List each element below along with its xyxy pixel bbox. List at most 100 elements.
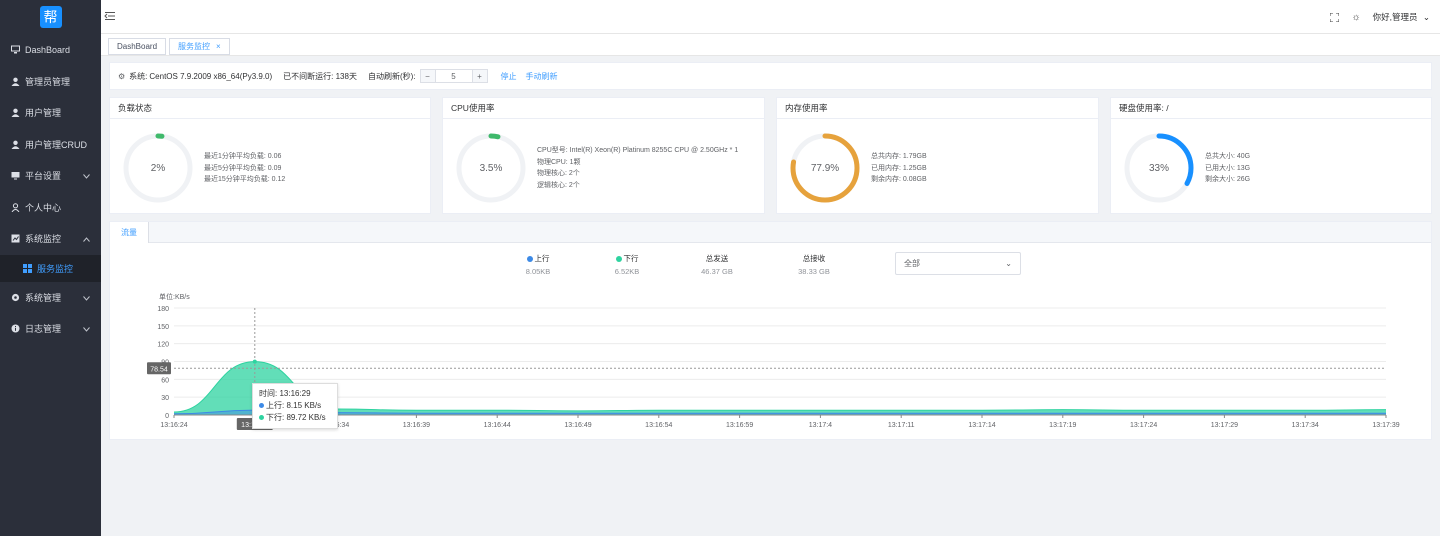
info-line: 已用内存: 1.25GB xyxy=(871,164,927,172)
chevron-down-icon xyxy=(83,324,90,334)
x-tick-label: 13:16:44 xyxy=(484,422,511,429)
memory-gauge: 77.9% xyxy=(789,132,861,204)
refresh-stepper: − 5 + xyxy=(419,69,488,83)
sidebar-item-0[interactable]: DashBoard xyxy=(0,34,101,66)
info-line: 物理核心: 2个 xyxy=(537,170,580,177)
info-line: 最近5分钟平均负载: 0.09 xyxy=(204,164,282,172)
card-title: 负载状态 xyxy=(110,98,430,119)
sidebar-item-label: 系统监控 xyxy=(25,234,62,245)
x-tick-label: 13:16:54 xyxy=(645,422,672,429)
x-tick-label: 13:16:24 xyxy=(160,422,187,429)
gear-icon xyxy=(10,292,20,302)
info-line: 总共大小: 40G xyxy=(1205,153,1251,160)
sidebar-item-label: 平台设置 xyxy=(25,171,62,182)
x-tick-label: 13:17:11 xyxy=(888,422,915,429)
gauge-value: 33% xyxy=(1148,162,1169,174)
info-line: 总共内存: 1.79GB xyxy=(871,153,927,160)
disk-gauge: 33% xyxy=(1123,132,1195,204)
topbar: ☼ 你好,管理员 ⌄ xyxy=(101,0,1440,34)
refresh-input[interactable]: 5 xyxy=(434,70,473,82)
theme-icon[interactable]: ☼ xyxy=(1351,12,1360,23)
traffic-card: 流量 上行 8.05KB 下行 6.52KB 总发送 46.37 GB 总接收 … xyxy=(109,221,1432,440)
info-line: 最近15分钟平均负载: 0.12 xyxy=(204,176,286,183)
sidebar-item-3[interactable]: 用户管理CRUD xyxy=(0,129,101,161)
sidebar-item-label: 用户管理CRUD xyxy=(25,139,87,150)
decrement-button[interactable]: − xyxy=(420,70,435,82)
close-icon[interactable]: × xyxy=(216,42,221,51)
info-icon xyxy=(10,324,20,334)
gauge-value: 2% xyxy=(150,162,166,174)
os-value: CentOS 7.9.2009 x86_64(Py3.9.0) xyxy=(149,71,273,81)
sidebar-item-6[interactable]: 系统监控 xyxy=(0,223,101,255)
load-card: 负载状态 2% 最近1分钟平均负载: 0.06 最近5分钟平均负载: 0.09 … xyxy=(109,97,431,214)
y-tick-label: 30 xyxy=(161,395,169,402)
monitor-icon xyxy=(10,171,20,181)
sidebar-item-label: 服务监控 xyxy=(37,263,74,274)
sidebar-item-label: DashBoard xyxy=(25,44,71,55)
stop-button[interactable]: 停止 xyxy=(501,71,517,82)
grid-icon xyxy=(22,263,32,273)
chevron-down-icon xyxy=(83,293,90,303)
sidebar-item-8[interactable]: 系统管理 xyxy=(0,282,101,314)
os-label: 系统: xyxy=(129,71,148,81)
user-icon xyxy=(10,76,20,86)
series-area-download xyxy=(174,361,1386,415)
sidebar-item-label: 管理员管理 xyxy=(25,76,71,87)
user-menu[interactable]: 你好,管理员 ⌄ xyxy=(1373,11,1430,23)
card-title: 硬盘使用率: / xyxy=(1111,98,1431,119)
tab-label: DashBoard xyxy=(117,42,158,51)
sidebar-menu: DashBoard 管理员管理用户管理用户管理CRUD 平台设置个人中心系统监控服务… xyxy=(0,34,101,345)
tooltip-down: 下行: 89.72 KB/s xyxy=(266,413,326,422)
chevron-down-icon xyxy=(83,171,90,181)
data-point xyxy=(252,359,257,364)
sidebar-item-5[interactable]: 个人中心 xyxy=(0,192,101,224)
tab-label: 服务监控 xyxy=(178,42,210,51)
greeting-text: 你好,管理员 xyxy=(1372,12,1418,22)
info-line: 剩余大小: 26G xyxy=(1205,176,1251,183)
info-line: 剩余内存: 0.08GB xyxy=(871,176,927,183)
sidebar-item-label: 系统管理 xyxy=(25,292,62,303)
manual-refresh-button[interactable]: 手动刷新 xyxy=(526,71,558,82)
tab-dashboard[interactable]: DashBoard xyxy=(108,38,167,55)
chart-tooltip: 时间: 13:16:29 上行: 8.15 KB/s 下行: 89.72 KB/… xyxy=(252,383,338,429)
increment-button[interactable]: + xyxy=(472,70,487,82)
sidebar-item-label: 日志管理 xyxy=(25,324,62,335)
card-title: CPU使用率 xyxy=(443,98,764,119)
disk-card: 硬盘使用率: / 33% 总共大小: 40G 已用大小: 13G 剩余大小: 2… xyxy=(1110,97,1432,214)
gear-icon: ⚙ xyxy=(118,71,126,81)
load-info: 最近1分钟平均负载: 0.06 最近5分钟平均负载: 0.09 最近15分钟平均… xyxy=(204,151,285,186)
cpu-card: CPU使用率 3.5% CPU型号: Intel(R) Xeon(R) Plat… xyxy=(442,97,765,214)
y-tick-label: 180 xyxy=(157,306,169,313)
sidebar-item-9[interactable]: 日志管理 xyxy=(0,313,101,345)
cpu-gauge: 3.5% xyxy=(455,132,527,204)
sidebar-item-1[interactable]: 管理员管理 xyxy=(0,66,101,98)
x-tick-label: 13:17:29 xyxy=(1211,422,1238,429)
sidebar-item-4[interactable]: 平台设置 xyxy=(0,160,101,192)
chevron-up-icon xyxy=(83,234,90,244)
gauge-value: 3.5% xyxy=(479,162,503,174)
uptime-text: 已不间断运行: 138天 xyxy=(283,71,357,81)
tabs-bar: DashBoard 服务监控 × xyxy=(101,34,1440,56)
x-tick-label: 13:17:34 xyxy=(1292,422,1319,429)
tab-service-monitor[interactable]: 服务监控 × xyxy=(169,38,230,55)
info-line: 已用大小: 13G xyxy=(1205,164,1251,172)
y-tick-label: 60 xyxy=(161,377,169,384)
sidebar-item-label: 用户管理 xyxy=(25,108,62,119)
disk-info: 总共大小: 40G 已用大小: 13G 剩余大小: 26G xyxy=(1205,151,1250,186)
cpu-info: CPU型号: Intel(R) Xeon(R) Platinum 8255C C… xyxy=(537,145,738,191)
chevron-down-icon: ⌄ xyxy=(1422,12,1430,22)
download-dot xyxy=(259,415,264,421)
gauge-value: 77.9% xyxy=(810,162,840,174)
fullscreen-icon[interactable] xyxy=(1330,12,1340,22)
x-tick-label: 13:17:19 xyxy=(1049,422,1076,429)
x-tick-label: 13:17:14 xyxy=(968,422,995,429)
sidebar-item-2[interactable]: 用户管理 xyxy=(0,97,101,129)
chart-icon xyxy=(10,234,20,244)
info-line: 物理CPU: 1颗 xyxy=(537,158,581,166)
tooltip-time: 时间: 13:16:29 xyxy=(259,389,311,398)
sidebar-item-7[interactable]: 服务监控 xyxy=(0,254,101,282)
menu-fold-icon[interactable] xyxy=(103,9,117,23)
x-tick-label: 13:16:49 xyxy=(564,422,591,429)
sidebar: 帮 DashBoard 管理员管理 用户管理 用户管理CRUD 平台设置 个人中心 系统监控… xyxy=(0,0,101,536)
info-line: 逻辑核心: 2个 xyxy=(537,181,580,189)
